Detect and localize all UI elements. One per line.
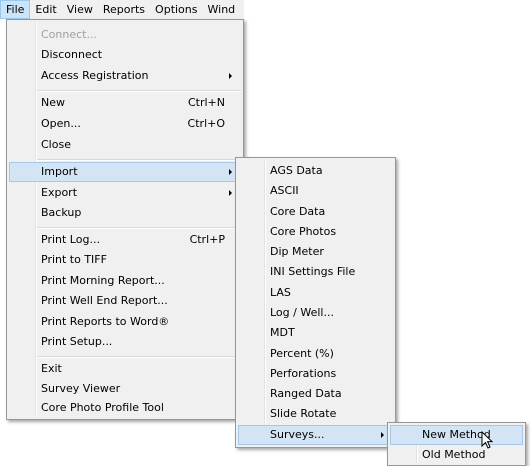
menu-item-label: Print Well End Report... [41, 294, 168, 307]
menu-item-print-morning-report[interactable]: Print Morning Report... [9, 271, 241, 291]
menu-item-new[interactable]: New Ctrl+N [9, 93, 241, 113]
menu-options[interactable]: Options [150, 0, 202, 19]
menu-item-label: Print Log... [41, 233, 100, 246]
menu-item-label: Open... [41, 117, 81, 130]
menu-reports[interactable]: Reports [98, 0, 150, 19]
menu-item-label: Log / Well... [270, 306, 334, 319]
menu-item-backup[interactable]: Backup [9, 203, 241, 223]
import-submenu: AGS Data ASCII Core Data Core Photos Dip… [235, 157, 396, 448]
menu-item-label: AGS Data [270, 164, 323, 177]
menu-file[interactable]: File [0, 0, 31, 19]
import-item-core-photos[interactable]: Core Photos [238, 222, 393, 242]
import-item-ags-data[interactable]: AGS Data [238, 161, 393, 181]
menu-item-print-setup[interactable]: Print Setup... [9, 332, 241, 352]
menu-item-label: Print Reports to Word® [41, 315, 170, 328]
menu-item-label: MDT [270, 326, 295, 339]
menu-item-label: Backup [41, 206, 82, 219]
menu-item-close[interactable]: Close [9, 135, 241, 155]
import-item-slide-rotate[interactable]: Slide Rotate [238, 404, 393, 424]
menu-item-label: Access Registration [41, 69, 149, 82]
menu-item-label: Disconnect [41, 48, 103, 61]
menu-item-import[interactable]: Import [9, 162, 241, 182]
menu-window[interactable]: Wind [203, 0, 241, 19]
menu-separator [37, 356, 241, 358]
menu-item-label: LAS [270, 286, 291, 299]
menu-item-label: New [41, 96, 65, 109]
surveys-item-new-method[interactable]: New Method [390, 425, 523, 445]
shortcut-label: Ctrl+O [187, 117, 225, 130]
chevron-right-icon [229, 73, 232, 79]
menu-item-label: INI Settings File [270, 265, 356, 278]
menu-item-survey-viewer[interactable]: Survey Viewer [9, 379, 241, 399]
menu-separator [37, 90, 241, 92]
import-item-mdt[interactable]: MDT [238, 323, 393, 343]
menu-item-label: Core Data [270, 205, 326, 218]
menu-view[interactable]: View [62, 0, 98, 19]
menu-item-label: Surveys... [270, 428, 325, 441]
menu-item-label: Core Photos [270, 225, 337, 238]
chevron-right-icon [381, 432, 384, 438]
menu-item-label: Print to TIFF [41, 253, 107, 266]
menu-item-label: Connect... [41, 28, 97, 41]
menu-item-open[interactable]: Open... Ctrl+O [9, 114, 241, 134]
import-item-percent[interactable]: Percent (%) [238, 344, 393, 364]
menu-item-label: Ranged Data [270, 387, 342, 400]
menu-item-print-log[interactable]: Print Log... Ctrl+P [9, 230, 241, 250]
import-item-ascii[interactable]: ASCII [238, 181, 393, 201]
menu-item-label: Print Setup... [41, 335, 113, 348]
menu-item-print-reports-to-word[interactable]: Print Reports to Word® [9, 312, 241, 332]
menu-bar: File Edit View Reports Options Wind [0, 0, 244, 19]
import-item-dip-meter[interactable]: Dip Meter [238, 242, 393, 262]
menu-item-disconnect[interactable]: Disconnect [9, 45, 241, 65]
menu-item-label: ASCII [270, 184, 299, 197]
menu-edit[interactable]: Edit [30, 0, 61, 19]
shortcut-label: Ctrl+P [189, 233, 225, 246]
import-item-log-well[interactable]: Log / Well... [238, 303, 393, 323]
menu-separator [37, 227, 241, 229]
import-item-las[interactable]: LAS [238, 283, 393, 303]
menu-item-label: Slide Rotate [270, 407, 337, 420]
menu-item-label: Close [41, 138, 71, 151]
menu-item-access-registration[interactable]: Access Registration [9, 66, 241, 86]
chevron-right-icon [229, 190, 232, 196]
menu-item-label: Import [41, 165, 78, 178]
menu-item-label: Export [41, 186, 78, 199]
surveys-submenu: New Method Old Method [387, 422, 526, 466]
menu-separator [37, 159, 241, 161]
import-item-ranged-data[interactable]: Ranged Data [238, 384, 393, 404]
menu-item-label: Survey Viewer [41, 382, 121, 395]
menu-item-print-well-end-report[interactable]: Print Well End Report... [9, 291, 241, 311]
menu-item-connect[interactable]: Connect... [9, 25, 241, 45]
import-item-surveys[interactable]: Surveys... [238, 425, 393, 445]
menu-item-label: Percent (%) [270, 347, 334, 360]
file-menu-dropdown: Connect... Disconnect Access Registratio… [6, 19, 244, 420]
mouse-pointer-icon [481, 431, 494, 449]
menu-item-label: Dip Meter [270, 245, 324, 258]
menu-item-core-photo-profile-tool[interactable]: Core Photo Profile Tool [9, 398, 241, 418]
shortcut-label: Ctrl+N [187, 96, 225, 109]
menu-item-print-to-tiff[interactable]: Print to TIFF [9, 250, 241, 270]
menu-item-label: Old Method [422, 448, 486, 461]
chevron-right-icon [229, 169, 232, 175]
import-item-ini-settings-file[interactable]: INI Settings File [238, 262, 393, 282]
menu-item-label: Exit [41, 362, 62, 375]
menu-item-exit[interactable]: Exit [9, 359, 241, 379]
menu-item-export[interactable]: Export [9, 183, 241, 203]
import-item-perforations[interactable]: Perforations [238, 364, 393, 384]
menu-item-label: Core Photo Profile Tool [41, 401, 164, 414]
menu-item-label: Perforations [270, 367, 337, 380]
import-item-core-data[interactable]: Core Data [238, 202, 393, 222]
surveys-item-old-method[interactable]: Old Method [390, 445, 523, 465]
menu-item-label: Print Morning Report... [41, 274, 165, 287]
